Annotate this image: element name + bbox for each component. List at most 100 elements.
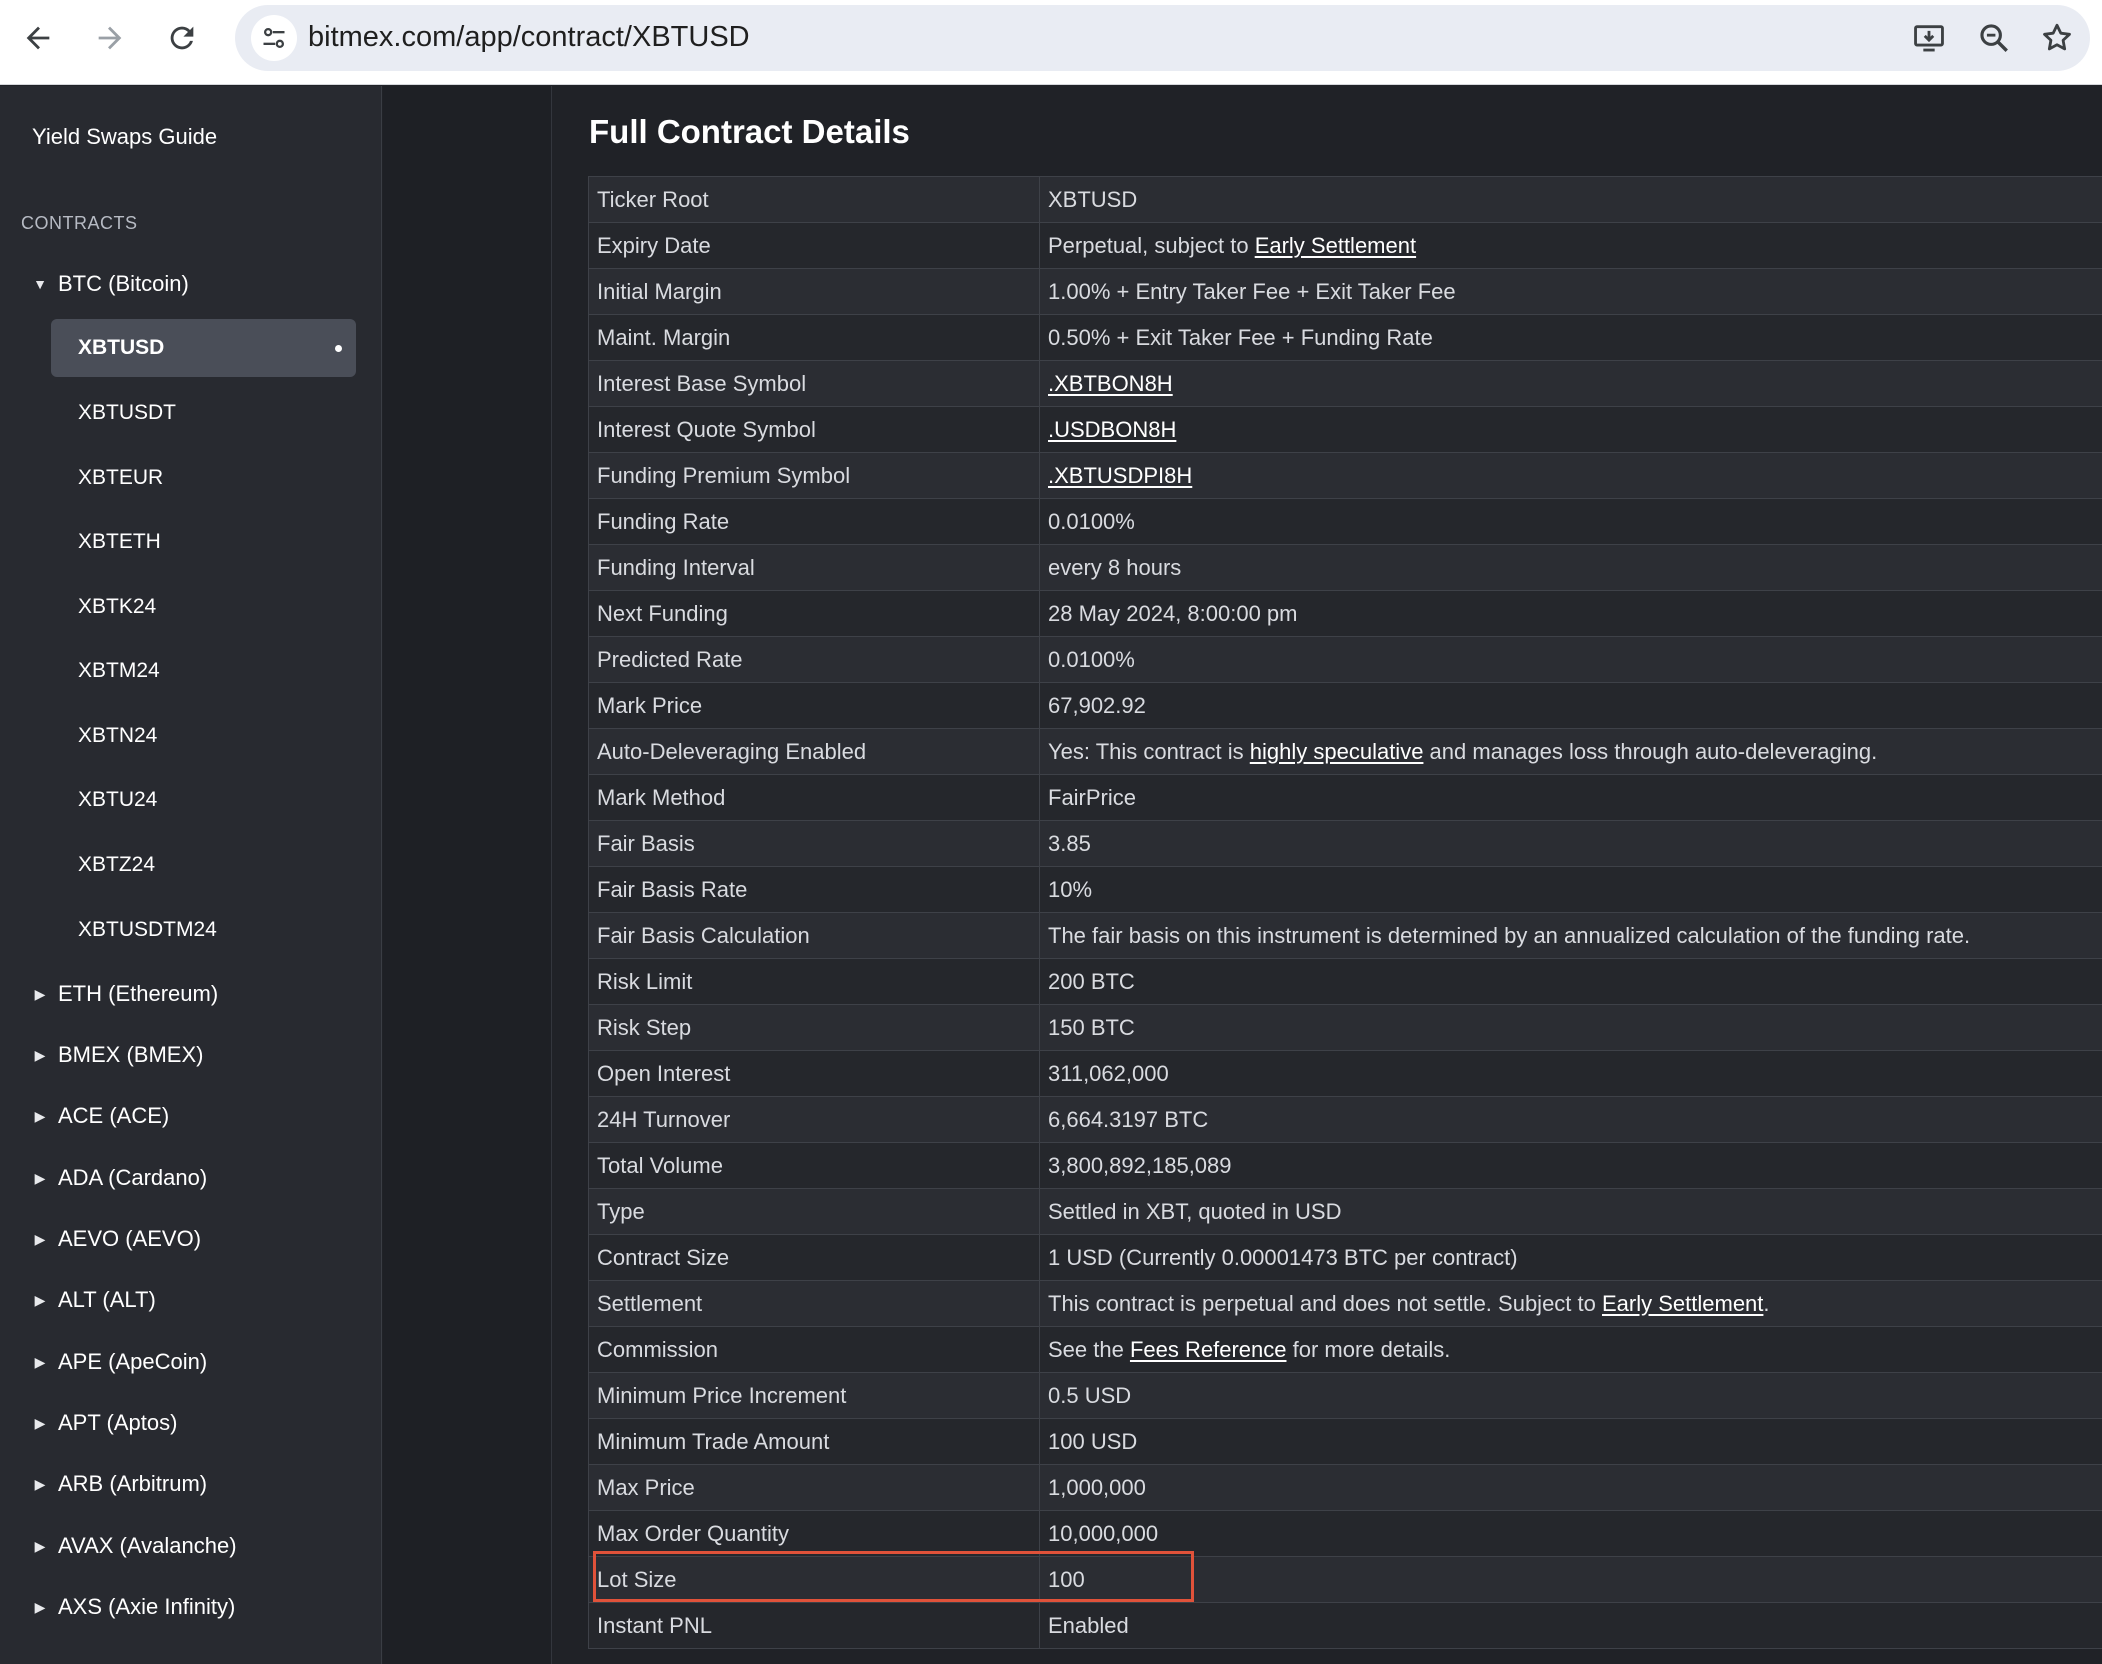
sidebar-group-label: APE (ApeCoin) bbox=[58, 1349, 208, 1374]
table-row: Minimum Trade Amount 100 USD bbox=[588, 1418, 2102, 1465]
table-row: Initial Margin 1.00% + Entry Taker Fee + … bbox=[588, 268, 2102, 315]
row-value-text: See the bbox=[1048, 1336, 1130, 1362]
sidebar-item-xbteur[interactable]: XBTEUR bbox=[51, 449, 356, 507]
row-value-link[interactable]: Early Settlement bbox=[1255, 233, 1416, 258]
row-value: Settled in XBT, quoted in USD bbox=[1039, 1188, 2102, 1235]
caret-right-icon: ▶ bbox=[34, 1537, 46, 1554]
row-key: Initial Margin bbox=[588, 268, 1040, 315]
sidebar-item-xbtusdtm24[interactable]: XBTUSDTM24 bbox=[51, 901, 356, 959]
install-app-icon bbox=[1914, 25, 1944, 52]
table-row: Auto-Deleveraging Enabled Yes: This contr… bbox=[588, 728, 2102, 775]
table-row: Funding Rate 0.0100% bbox=[588, 498, 2102, 545]
row-value-link[interactable]: Fees Reference bbox=[1130, 1337, 1287, 1362]
sidebar-group-bmex[interactable]: ▶ BMEX (BMEX) bbox=[0, 1035, 360, 1075]
address-bar[interactable]: bitmex.com/app/contract/XBTUSD bbox=[235, 5, 2090, 71]
table-row: Max Price 1,000,000 bbox=[588, 1464, 2102, 1511]
row-value: every 8 hours bbox=[1039, 544, 2102, 591]
row-key: 24H Turnover bbox=[588, 1096, 1040, 1143]
sidebar-group-aevo[interactable]: ▶ AEVO (AEVO) bbox=[0, 1219, 360, 1259]
zoom-button[interactable] bbox=[1975, 19, 2013, 57]
back-arrow-icon bbox=[26, 26, 50, 50]
row-key: Funding Premium Symbol bbox=[588, 452, 1040, 499]
table-row: Risk Limit 200 BTC bbox=[588, 958, 2102, 1005]
bookmark-button[interactable] bbox=[2038, 19, 2076, 57]
url-text[interactable]: bitmex.com/app/contract/XBTUSD bbox=[308, 21, 750, 54]
row-value-link[interactable]: .XBTUSDPI8H bbox=[1048, 463, 1192, 488]
table-row: Funding Interval every 8 hours bbox=[588, 544, 2102, 591]
sidebar-group-ape[interactable]: ▶ APE (ApeCoin) bbox=[0, 1342, 360, 1382]
sidebar-item-label: XBTETH bbox=[78, 530, 161, 553]
sidebar-group-arb[interactable]: ▶ ARB (Arbitrum) bbox=[0, 1464, 360, 1504]
row-value: 100 USD bbox=[1039, 1418, 2102, 1465]
row-value: This contract is perpetual and does not … bbox=[1039, 1280, 2102, 1327]
caret-right-icon: ▶ bbox=[34, 1353, 46, 1370]
sidebar-item-xbteth[interactable]: XBTETH bbox=[51, 513, 356, 571]
row-key: Next Funding bbox=[588, 590, 1040, 637]
table-row: Interest Base Symbol .XBTBON8H bbox=[588, 360, 2102, 407]
sidebar-item-xbtm24[interactable]: XBTM24 bbox=[51, 642, 356, 700]
sidebar-item-xbtusdt[interactable]: XBTUSDT bbox=[51, 384, 356, 442]
sidebar-item-xbtk24[interactable]: XBTK24 bbox=[51, 578, 356, 636]
sidebar-group-apt[interactable]: ▶ APT (Aptos) bbox=[0, 1403, 360, 1443]
star-icon bbox=[2043, 23, 2071, 51]
sidebar-group-btc[interactable]: ▼ BTC (Bitcoin) bbox=[0, 264, 360, 304]
caret-right-icon: ▶ bbox=[34, 1475, 46, 1492]
row-value: The fair basis on this instrument is det… bbox=[1039, 912, 2102, 959]
sidebar-item-xbtu24[interactable]: XBTU24 bbox=[51, 771, 356, 829]
row-value: 311,062,000 bbox=[1039, 1050, 2102, 1097]
table-row: Open Interest 311,062,000 bbox=[588, 1050, 2102, 1097]
row-key: Funding Rate bbox=[588, 498, 1040, 545]
row-value-link[interactable]: .USDBON8H bbox=[1048, 417, 1176, 442]
install-app-button[interactable] bbox=[1910, 19, 1948, 57]
row-key: Auto-Deleveraging Enabled bbox=[588, 728, 1040, 775]
sidebar-item-label: XBTK24 bbox=[78, 595, 157, 618]
table-row: Minimum Price Increment 0.5 USD bbox=[588, 1372, 2102, 1419]
sidebar-group-ace[interactable]: ▶ ACE (ACE) bbox=[0, 1096, 360, 1136]
row-key: Interest Base Symbol bbox=[588, 360, 1040, 407]
row-key: Total Volume bbox=[588, 1142, 1040, 1189]
row-value: 3.85 bbox=[1039, 820, 2102, 867]
sidebar-item-label: XBTN24 bbox=[78, 724, 158, 747]
table-row: Fair Basis Calculation The fair basis on … bbox=[588, 912, 2102, 959]
sidebar-link-yield-swaps-guide[interactable]: Yield Swaps Guide bbox=[32, 124, 217, 150]
sidebar-item-xbtn24[interactable]: XBTN24 bbox=[51, 707, 356, 765]
table-row: Total Volume 3,800,892,185,089 bbox=[588, 1142, 2102, 1189]
sidebar-group-label: BMEX (BMEX) bbox=[58, 1042, 204, 1067]
row-value-link[interactable]: highly speculative bbox=[1250, 739, 1424, 764]
row-key: Lot Size bbox=[588, 1556, 1040, 1603]
back-button[interactable] bbox=[14, 14, 62, 62]
sidebar-group-axs[interactable]: ▶ AXS (Axie Infinity) bbox=[0, 1587, 360, 1627]
table-row: Interest Quote Symbol .USDBON8H bbox=[588, 406, 2102, 453]
table-row: Expiry Date Perpetual, subject to Early S… bbox=[588, 222, 2102, 269]
active-dot-icon bbox=[335, 345, 342, 352]
caret-right-icon: ▶ bbox=[34, 1169, 46, 1186]
sidebar-group-eth[interactable]: ▶ ETH (Ethereum) bbox=[0, 974, 360, 1014]
row-value-text: Perpetual, subject to bbox=[1048, 232, 1255, 258]
sidebar-group-ada[interactable]: ▶ ADA (Cardano) bbox=[0, 1158, 360, 1198]
row-key: Fair Basis Rate bbox=[588, 866, 1040, 913]
table-row: Settlement This contract is perpetual and… bbox=[588, 1280, 2102, 1327]
reload-button[interactable] bbox=[158, 14, 206, 62]
sidebar-item-label: XBTUSDTM24 bbox=[78, 918, 217, 941]
table-row: Mark Method FairPrice bbox=[588, 774, 2102, 821]
sidebar-group-avax[interactable]: ▶ AVAX (Avalanche) bbox=[0, 1526, 360, 1566]
row-value-link[interactable]: Early Settlement bbox=[1602, 1291, 1763, 1316]
table-row: Type Settled in XBT, quoted in USD bbox=[588, 1188, 2102, 1235]
sidebar-item-xbtz24[interactable]: XBTZ24 bbox=[51, 836, 356, 894]
table-row: Mark Price 67,902.92 bbox=[588, 682, 2102, 729]
sidebar-item-xbtusd[interactable]: XBTUSD bbox=[51, 319, 356, 377]
site-info-button[interactable] bbox=[251, 15, 297, 61]
tune-icon bbox=[263, 27, 285, 49]
row-value: 0.0100% bbox=[1039, 636, 2102, 683]
table-row: Predicted Rate 0.0100% bbox=[588, 636, 2102, 683]
row-value: 200 BTC bbox=[1039, 958, 2102, 1005]
browser-toolbar: bitmex.com/app/contract/XBTUSD bbox=[0, 0, 2102, 85]
forward-button[interactable] bbox=[86, 14, 134, 62]
sidebar-item-label: XBTU24 bbox=[78, 788, 158, 811]
sidebar-group-label: ALT (ALT) bbox=[58, 1287, 156, 1312]
row-value: See the Fees Reference for more details. bbox=[1039, 1326, 2102, 1373]
table-row: Risk Step 150 BTC bbox=[588, 1004, 2102, 1051]
sidebar-group-alt[interactable]: ▶ ALT (ALT) bbox=[0, 1280, 360, 1320]
row-value: 1 USD (Currently 0.00001473 BTC per cont… bbox=[1039, 1234, 2102, 1281]
row-value-link[interactable]: .XBTBON8H bbox=[1048, 371, 1173, 396]
